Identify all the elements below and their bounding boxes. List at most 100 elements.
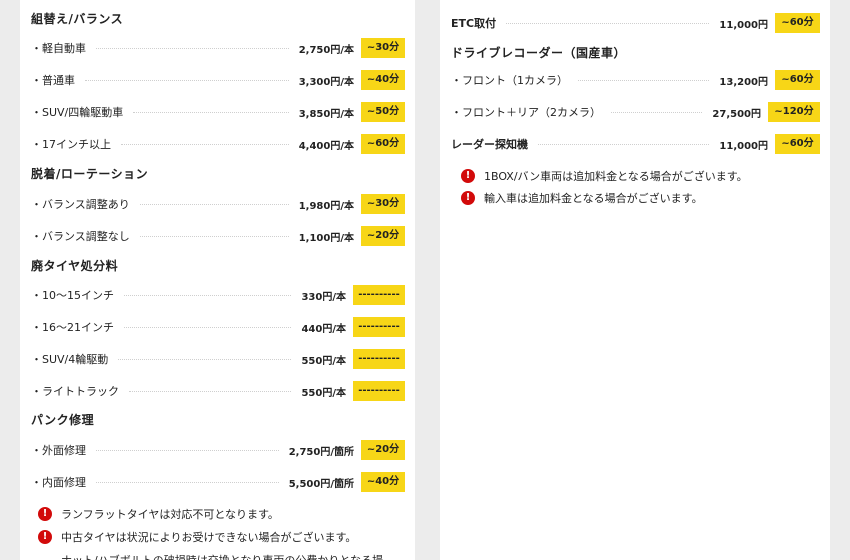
note-text: 中古タイヤは状況によりお受けできない場合がございます。	[61, 531, 357, 544]
price-row: ・普通車 3,300円/本 ~40分	[31, 70, 405, 90]
dot-leader	[121, 143, 289, 145]
row-price: 2,750円/箇所	[288, 446, 354, 458]
price-row: ・SUV/四輪駆動車 3,850円/本 ~50分	[31, 102, 405, 122]
price-row: ・SUV/4輪駆動 550円/本 ----------	[31, 349, 405, 369]
note-item: ! ランフラットタイヤは対応不可となります。	[38, 506, 279, 522]
time-badge: ~40分	[361, 472, 405, 492]
row-label: ・外面修理	[31, 444, 86, 457]
dot-leader	[124, 326, 292, 328]
row-price: 11,000円	[719, 19, 768, 31]
row-label: ・普通車	[31, 74, 75, 87]
time-badge: ~20分	[361, 226, 405, 246]
price-row-radar: レーダー探知機 11,000円 ~60分	[451, 134, 820, 154]
dot-leader	[96, 481, 279, 483]
price-row: ・バランス調整なし 1,100円/本 ~20分	[31, 226, 405, 246]
exclamation-circle-icon: !	[38, 507, 52, 521]
dot-leader	[133, 111, 289, 113]
price-row: ・バランス調整あり 1,980円/本 ~30分	[31, 194, 405, 214]
time-badge: ~30分	[361, 194, 405, 214]
row-price: 3,850円/本	[298, 108, 354, 120]
row-price: 2,750円/本	[298, 44, 354, 56]
time-badge: ~60分	[361, 134, 405, 154]
row-label: ・バランス調整なし	[31, 230, 130, 243]
row-label: ・ライトトラック	[31, 385, 119, 398]
row-price: 1,980円/本	[298, 200, 354, 212]
row-price: 550円/本	[301, 387, 346, 399]
section-title-rotation: 脱着/ローテーション	[31, 167, 149, 181]
row-price: 5,500円/箇所	[288, 478, 354, 490]
dot-leader	[129, 390, 292, 392]
dot-leader	[96, 449, 279, 451]
time-badge: ~50分	[361, 102, 405, 122]
row-label: ・10～15インチ	[31, 289, 114, 302]
row-label: レーダー探知機	[451, 138, 528, 151]
time-badge: ----------	[353, 381, 405, 401]
row-label: ・SUV/4輪駆動	[31, 353, 109, 366]
row-label: ・SUV/四輪駆動車	[31, 106, 124, 119]
exclamation-circle-icon: !	[38, 530, 52, 544]
dot-leader	[506, 22, 710, 24]
note-item: ! 輸入車は追加料金となる場合がございます。	[461, 190, 703, 206]
row-price: 11,000円	[719, 140, 768, 152]
exclamation-circle-icon: !	[461, 169, 475, 183]
row-label: ・フロント＋リア（2カメラ）	[451, 106, 601, 119]
price-row: ・内面修理 5,500円/箇所 ~40分	[31, 472, 405, 492]
time-badge: ~60分	[775, 134, 820, 154]
note-item: !ナット/ハブボルトの破損時は交換となり車両の公費かりとなる場	[38, 552, 383, 560]
row-price: 550円/本	[301, 355, 346, 367]
left-price-card: 組替え/バランス ・軽自動車 2,750円/本 ~30分 ・普通車 3,300円/本 ~…	[20, 0, 415, 560]
row-price: 13,200円	[719, 76, 768, 88]
price-row: ・16～21インチ 440円/本 ----------	[31, 317, 405, 337]
section-title-puncture-repair: パンク修理	[31, 413, 95, 427]
note-text: ナット/ハブボルトの破損時は交換となり車両の公費かりとなる場	[61, 552, 383, 560]
row-label: ・バランス調整あり	[31, 198, 130, 211]
time-badge: ~20分	[361, 440, 405, 460]
time-badge: ----------	[353, 285, 405, 305]
row-price: 4,400円/本	[298, 140, 354, 152]
price-row: ・10～15インチ 330円/本 ----------	[31, 285, 405, 305]
row-price: 27,500円	[712, 108, 761, 120]
note-text: 1BOX/バン車両は追加料金となる場合がございます。	[484, 170, 748, 183]
note-text: 輸入車は追加料金となる場合がございます。	[484, 192, 703, 205]
price-row: ・17インチ以上 4,400円/本 ~60分	[31, 134, 405, 154]
section-title-tire-disposal: 廃タイヤ処分料	[31, 259, 119, 273]
dot-leader	[538, 143, 710, 145]
right-price-card: ETC取付 11,000円 ~60分 ドライブレコーダー（国産車） ・フロント（1カ…	[440, 0, 830, 560]
price-row-etc: ETC取付 11,000円 ~60分	[451, 13, 820, 33]
row-price: 330円/本	[301, 291, 346, 303]
dot-leader	[124, 294, 292, 296]
row-label: ・フロント（1カメラ）	[451, 74, 568, 87]
time-badge: ~60分	[775, 13, 820, 33]
dot-leader	[139, 235, 289, 237]
dot-leader	[85, 79, 289, 81]
note-text: ランフラットタイヤは対応不可となります。	[61, 508, 279, 521]
exclamation-circle-icon: !	[461, 191, 475, 205]
note-item: ! 1BOX/バン車両は追加料金となる場合がございます。	[461, 168, 748, 184]
time-badge: ~30分	[361, 38, 405, 58]
dot-leader	[118, 358, 292, 360]
price-row: ・フロント（1カメラ） 13,200円 ~60分	[451, 70, 820, 90]
row-label: ETC取付	[451, 17, 497, 30]
time-badge: ----------	[353, 317, 405, 337]
price-row: ・外面修理 2,750円/箇所 ~20分	[31, 440, 405, 460]
dot-leader	[578, 79, 710, 81]
section-title-tire-mounting: 組替え/バランス	[31, 12, 124, 26]
row-price: 3,300円/本	[298, 76, 354, 88]
time-badge: ~60分	[775, 70, 820, 90]
row-label: ・内面修理	[31, 476, 86, 489]
row-label: ・17インチ以上	[31, 138, 111, 151]
price-row: ・ライトトラック 550円/本 ----------	[31, 381, 405, 401]
dot-leader	[139, 203, 289, 205]
time-badge: ~120分	[768, 102, 820, 122]
dot-leader	[611, 111, 703, 113]
row-label: ・軽自動車	[31, 42, 86, 55]
dot-leader	[96, 47, 289, 49]
time-badge: ----------	[353, 349, 405, 369]
time-badge: ~40分	[361, 70, 405, 90]
price-row: ・軽自動車 2,750円/本 ~30分	[31, 38, 405, 58]
row-price: 440円/本	[301, 323, 346, 335]
row-label: ・16～21インチ	[31, 321, 114, 334]
note-item: ! 中古タイヤは状況によりお受けできない場合がございます。	[38, 529, 356, 545]
price-row: ・フロント＋リア（2カメラ） 27,500円 ~120分	[451, 102, 820, 122]
section-title-dashcam: ドライブレコーダー（国産車）	[451, 46, 627, 60]
